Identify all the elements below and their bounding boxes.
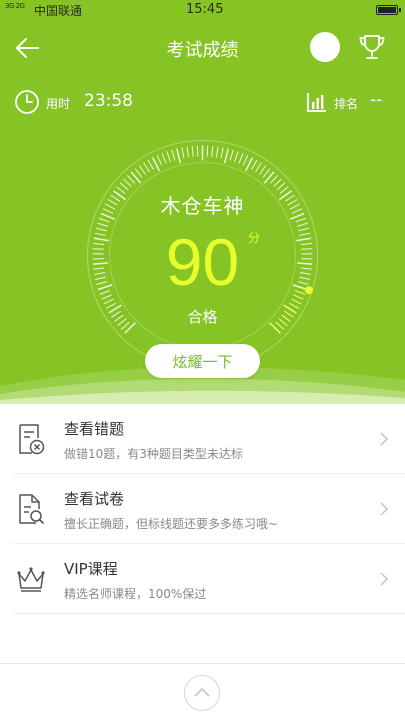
gauge-tick <box>138 165 146 175</box>
pass-status: 合格 <box>187 308 218 326</box>
gauge-tick <box>147 159 154 170</box>
gauge-tick <box>255 162 262 173</box>
gauge-tick <box>143 162 150 173</box>
rank-label: 排名 <box>334 97 359 111</box>
gauge-tick <box>259 165 267 175</box>
result-header: 3G 2G 中国联通 15:45 考试成绩 用时 23:58 排名 -- 木仓车… <box>0 0 405 404</box>
item-title: 查看错题 <box>64 420 125 438</box>
gauge-tick <box>176 148 182 164</box>
gauge-tick <box>215 146 219 158</box>
time-value: 23:58 <box>84 91 133 111</box>
rank: 排名 -- <box>306 89 401 115</box>
gauge-tick <box>123 178 132 187</box>
list-item-vip-course[interactable]: VIP课程 精选名师课程，100%保过 <box>0 544 405 614</box>
item-title: 查看试卷 <box>64 490 125 508</box>
score-unit: 分 <box>248 231 261 245</box>
gauge-tick <box>242 155 249 166</box>
chevron-right-icon <box>380 502 389 516</box>
avatar[interactable] <box>310 32 340 62</box>
gauge-tick <box>161 153 167 164</box>
rank-value: -- <box>370 90 383 110</box>
gauge-tick <box>196 145 199 157</box>
gauge-tick <box>206 145 209 157</box>
gauge-tick <box>234 151 239 162</box>
gauge-tick <box>181 147 185 159</box>
gauge-tick <box>238 153 244 164</box>
crown-icon <box>17 567 45 592</box>
user-title: 木仓车神 <box>160 194 245 218</box>
gauge-tick <box>276 182 286 191</box>
item-subtitle: 精选名师课程，100%保过 <box>64 587 207 601</box>
item-subtitle: 擅长正确题，但标线题还要多多练习哦~ <box>64 517 279 531</box>
gauge-tick <box>273 178 282 187</box>
bar-chart-icon <box>307 93 326 112</box>
carrier-name: 中国联通 <box>34 4 83 18</box>
status-bar: 3G 2G 中国联通 15:45 <box>0 0 405 20</box>
item-subtitle: 做错10题，有3种题目类型未达标 <box>64 447 243 461</box>
gauge-tick <box>171 149 176 161</box>
chevron-right-icon <box>380 572 389 586</box>
list-item-wrong-questions[interactable]: 查看错题 做错10题，有3种题目类型未达标 <box>0 404 405 474</box>
gauge-tick <box>191 145 194 157</box>
wrong-questions-icon <box>19 424 45 455</box>
gauge-tick <box>126 174 136 184</box>
collapse-up-button[interactable] <box>184 675 220 711</box>
gauge-tick <box>186 146 190 158</box>
battery-icon <box>376 5 401 15</box>
chevron-up-icon <box>193 687 210 697</box>
gauge-tick <box>262 168 271 178</box>
gauge-tick <box>119 182 129 191</box>
divider <box>14 613 405 614</box>
nav-bar: 考试成绩 <box>0 28 405 68</box>
time-label: 用时 <box>46 97 71 111</box>
network-type: 3G 2G <box>5 2 25 10</box>
page-title: 考试成绩 <box>166 40 239 61</box>
exam-paper-search-icon <box>19 494 44 524</box>
bottom-bar <box>0 663 405 720</box>
gauge-tick <box>223 148 229 164</box>
chevron-right-icon <box>380 432 389 446</box>
share-button[interactable]: 炫耀一下 <box>145 344 260 378</box>
gauge-tick <box>269 174 279 184</box>
gauge-tick <box>156 155 163 166</box>
item-title: VIP课程 <box>64 560 118 578</box>
status-time: 15:45 <box>186 2 224 17</box>
gauge-tick <box>220 147 224 159</box>
clock-icon <box>15 90 39 114</box>
list-item-exam-paper[interactable]: 查看试卷 擅长正确题，但标线题还要多多练习哦~ <box>0 474 405 544</box>
gauge-tick <box>166 151 171 162</box>
gauge-tick <box>211 145 214 157</box>
score-value: 90 <box>165 225 240 299</box>
gauge-tick <box>251 159 258 170</box>
gauge-tick <box>229 149 234 161</box>
trophy-icon[interactable] <box>357 32 387 62</box>
gauge-tick <box>134 168 143 178</box>
